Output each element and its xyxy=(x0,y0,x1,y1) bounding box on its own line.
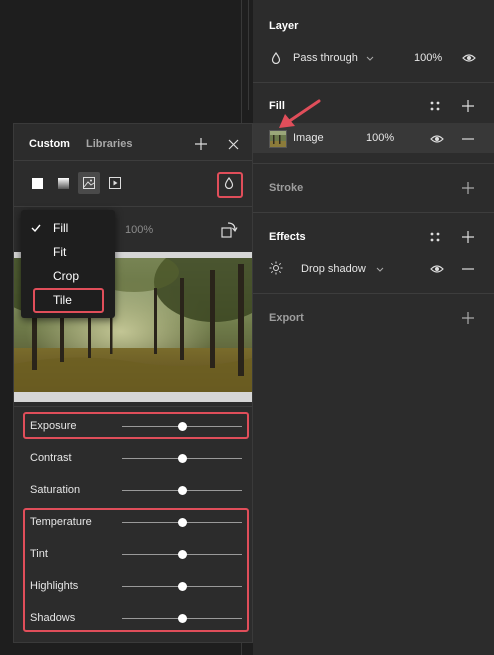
scale-mode-menu: Fill Fit Crop Tile xyxy=(21,210,115,318)
stroke-title: Stroke xyxy=(269,182,304,194)
rotate-icon[interactable] xyxy=(219,220,239,240)
eye-icon[interactable] xyxy=(429,263,445,275)
remove-effect-icon[interactable] xyxy=(461,263,475,275)
fill-type-label[interactable]: Image xyxy=(293,132,324,144)
eye-icon[interactable] xyxy=(429,133,445,145)
effects-section: Effects Drop shadow xyxy=(253,213,494,294)
highlight-blend-button xyxy=(217,172,243,198)
stroke-section: Stroke xyxy=(253,164,494,213)
solid-fill-button[interactable] xyxy=(26,172,48,194)
video-fill-button[interactable] xyxy=(104,172,126,194)
export-section: Export xyxy=(253,294,494,344)
blend-mode-select[interactable]: Pass through xyxy=(293,52,358,64)
image-opacity[interactable]: 100% xyxy=(125,224,153,236)
gradient-fill-button[interactable] xyxy=(52,172,74,194)
add-style-icon[interactable] xyxy=(194,137,208,151)
tab-custom[interactable]: Custom xyxy=(29,138,70,150)
effects-title: Effects xyxy=(269,231,306,243)
image-thumbnail[interactable] xyxy=(269,130,287,148)
highlight-tile xyxy=(33,288,104,313)
layer-title: Layer xyxy=(269,20,299,32)
chevron-down-icon[interactable] xyxy=(375,264,385,274)
saturation-slider[interactable] xyxy=(122,486,242,495)
fill-picker-popover: Custom Libraries 100% Exposure Contrast … xyxy=(13,123,253,643)
menu-item-fill[interactable]: Fill xyxy=(53,221,68,235)
effect-label[interactable]: Drop shadow xyxy=(301,263,366,275)
divider xyxy=(14,160,252,161)
menu-item-fit[interactable]: Fit xyxy=(53,245,66,259)
style-grid-icon[interactable] xyxy=(429,231,441,243)
add-fill-icon[interactable] xyxy=(461,99,475,113)
annotation-arrow xyxy=(279,99,321,128)
layer-opacity[interactable]: 100% xyxy=(414,52,442,64)
slider-knob[interactable] xyxy=(177,454,187,463)
checkmark-icon xyxy=(30,223,42,233)
remove-fill-icon[interactable] xyxy=(461,133,475,145)
contrast-slider[interactable] xyxy=(122,454,242,463)
image-fill-button[interactable] xyxy=(78,172,100,194)
chevron-down-icon[interactable] xyxy=(365,53,375,63)
slider-knob[interactable] xyxy=(177,486,187,495)
add-effect-icon[interactable] xyxy=(461,230,475,244)
divider xyxy=(14,406,252,407)
fill-opacity[interactable]: 100% xyxy=(366,132,394,144)
close-icon[interactable] xyxy=(226,137,240,151)
highlight-color-adjustments xyxy=(23,508,249,632)
saturation-label: Saturation xyxy=(30,484,81,496)
export-title: Export xyxy=(269,312,304,324)
contrast-label: Contrast xyxy=(30,452,72,464)
sun-effect-icon[interactable] xyxy=(269,261,283,275)
divider xyxy=(14,206,252,207)
layer-section: Layer Pass through 100% xyxy=(253,0,494,83)
add-stroke-icon[interactable] xyxy=(461,181,475,195)
blend-drop-icon xyxy=(269,51,283,65)
highlight-exposure xyxy=(23,412,249,439)
menu-item-crop[interactable]: Crop xyxy=(53,269,79,283)
style-grid-icon[interactable] xyxy=(429,100,441,112)
canvas-guide-line xyxy=(248,0,249,110)
tab-libraries[interactable]: Libraries xyxy=(86,138,132,150)
eye-icon[interactable] xyxy=(461,52,477,64)
add-export-icon[interactable] xyxy=(461,311,475,325)
